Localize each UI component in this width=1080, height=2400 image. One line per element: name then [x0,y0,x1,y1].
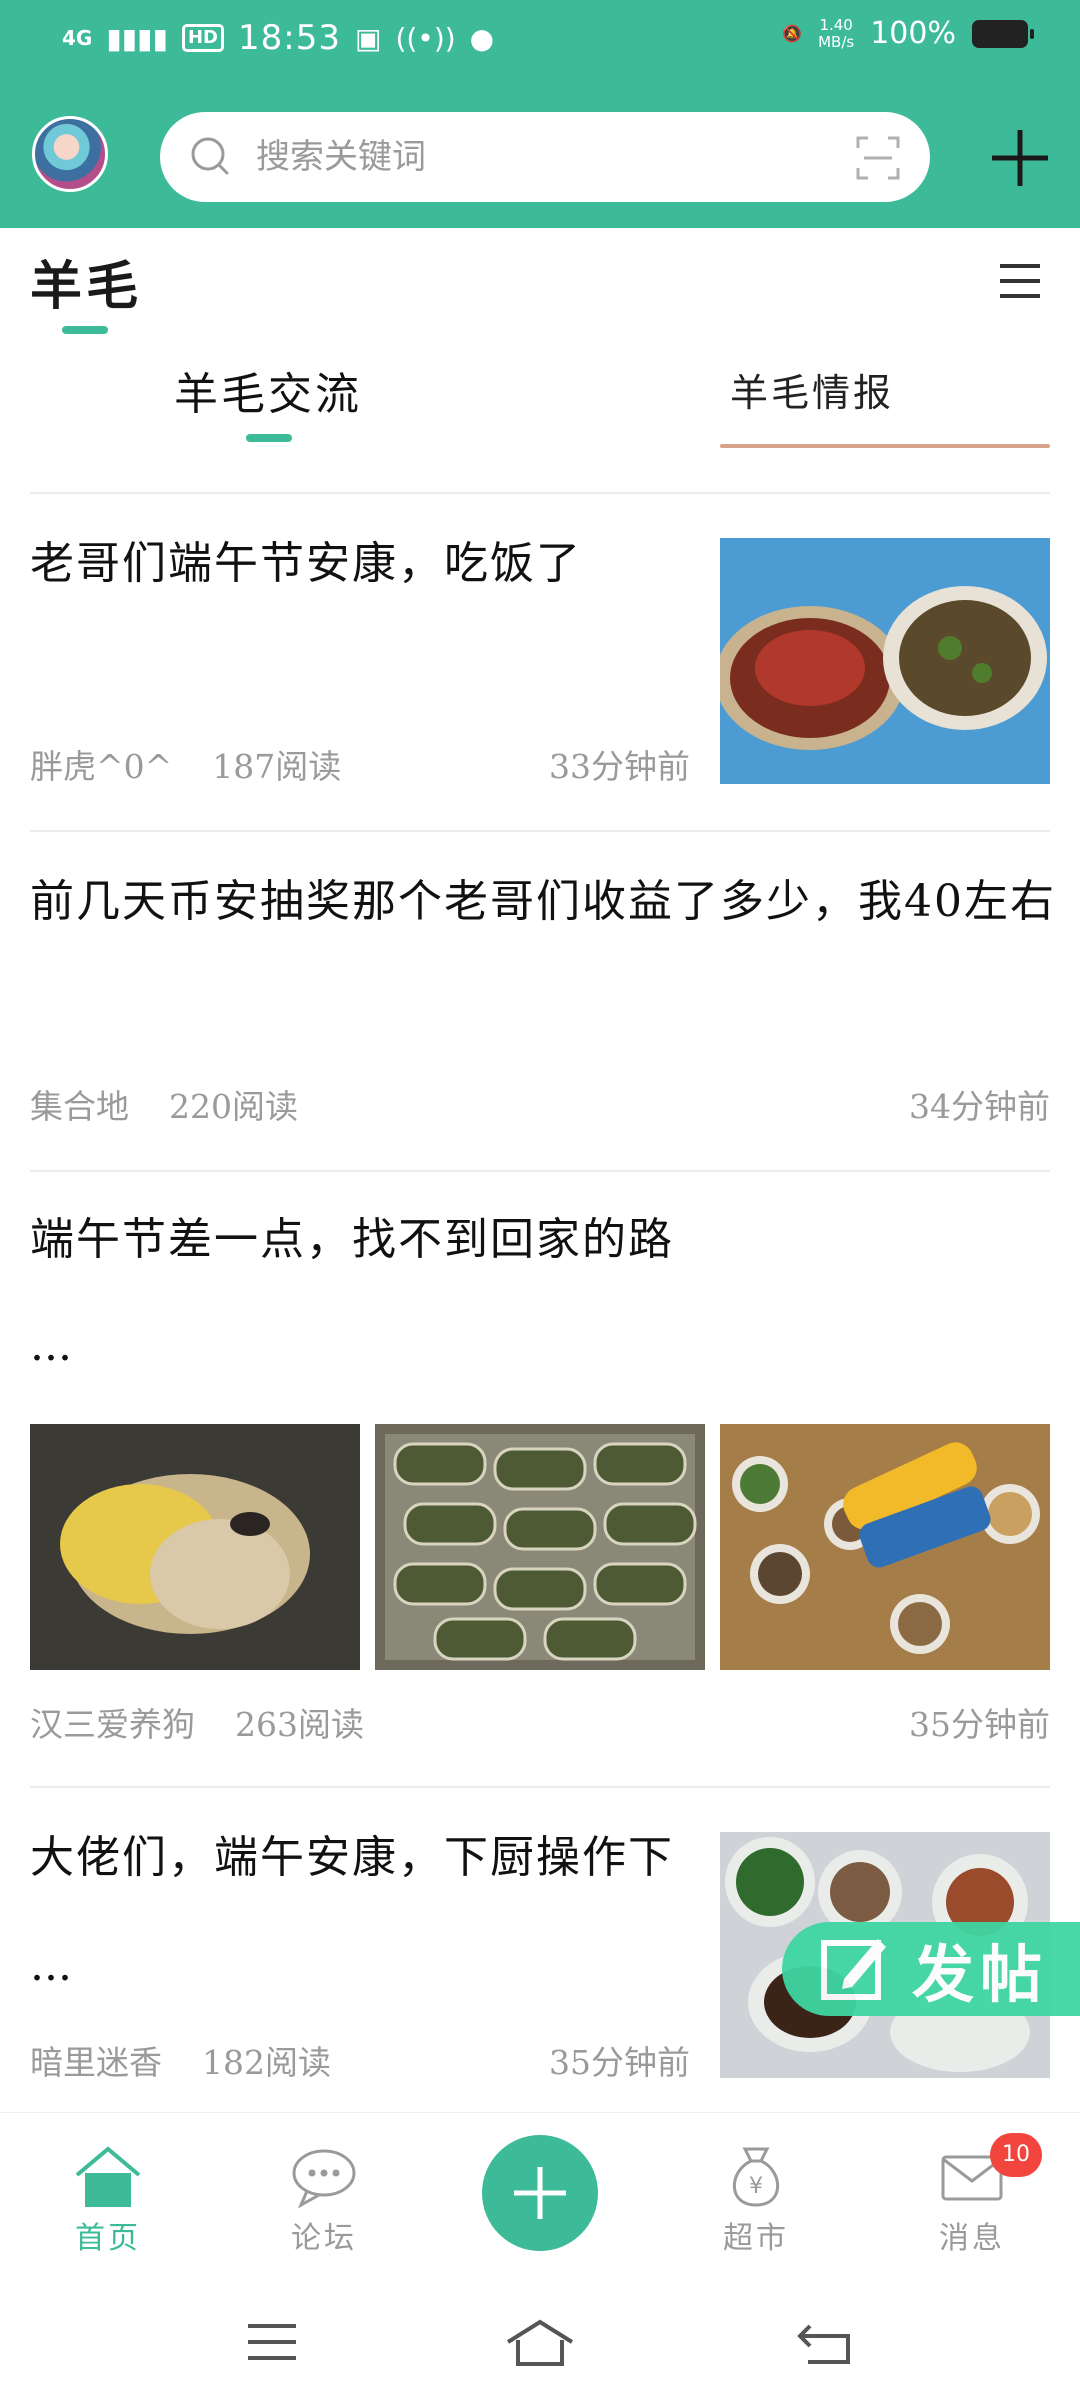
post-title[interactable]: 老哥们端午节安康，吃饭了 [30,534,690,594]
post-author[interactable]: 汉三爱养狗 [30,1698,195,1746]
status-right: 🔕 1.40 MB/s 100% [782,15,1034,51]
post-time: 33分钟前 [549,747,690,786]
post-thumbnail[interactable] [720,538,1050,784]
post-title[interactable]: 大佬们，端午安康，下厨操作下 [30,1828,690,1888]
tab-yangmao-exchange[interactable]: 羊毛交流 [174,358,362,422]
network-speed: 1.40 MB/s [818,15,855,51]
network-indicator: 4G [62,26,93,50]
menu-icon[interactable] [998,262,1042,300]
svg-text:¥: ¥ [749,2174,763,2199]
search-icon [191,137,229,175]
post-ellipsis: ... [30,1940,72,1991]
nav-label: 首页 [75,2221,141,2256]
qq-icon: ● [469,21,495,55]
divider [30,492,1050,494]
message-badge: 10 [990,2133,1042,2177]
post-time: 35分钟前 [909,1705,1050,1744]
post-time: 34分钟前 [909,1087,1050,1126]
post-reads: 263阅读 [235,1705,364,1744]
post-author[interactable]: 集合地 [30,1080,129,1128]
nav-market[interactable]: ¥ 超市 [686,2145,826,2257]
hd-badge: HD [181,24,224,52]
post-author[interactable]: 胖虎^0^ [30,740,172,788]
nav-home[interactable]: 首页 [38,2145,178,2257]
bottom-nav: 首页 论坛 ¥ 超市 10 消息 [0,2112,1080,2288]
tab-indicator [246,434,292,442]
signal-icon: ▮▮▮▮ [106,21,168,55]
nav-label: 超市 [723,2221,789,2256]
home-icon [75,2146,141,2207]
nav-label: 消息 [939,2221,1005,2256]
post-image[interactable] [375,1424,705,1670]
edit-icon [821,1939,886,2000]
post-author[interactable]: 暗里迷香 [30,2036,162,2084]
post-reads: 220阅读 [169,1087,298,1126]
new-post-button[interactable]: 发帖 [782,1922,1080,2016]
status-left: 4G ▮▮▮▮ HD 18:53 ▣ ((•)) ● [62,18,494,58]
nav-label: 论坛 [291,2221,357,2256]
post-image[interactable] [720,1424,1050,1670]
divider [30,1786,1050,1788]
nav-forum[interactable]: 论坛 [254,2145,394,2257]
section-title[interactable]: 羊毛 [30,244,142,319]
post-time: 35分钟前 [549,2043,690,2082]
nav-messages[interactable]: 10 消息 [902,2133,1042,2257]
clock: 18:53 [238,18,341,58]
search-bar[interactable] [160,112,930,202]
chat-icon [292,2149,356,2209]
clipboard-icon: ▣ [354,21,382,55]
post-reads: 187阅读 [212,747,342,786]
battery-percent: 100% [870,16,956,51]
new-post-label: 发帖 [912,1938,1049,2011]
divider [30,830,1050,832]
post-meta: 集合地 220阅读 [30,1080,298,1128]
battery-icon [972,19,1034,48]
home-button-icon[interactable] [504,2318,576,2368]
money-bag-icon: ¥ [732,2147,780,2207]
post-title[interactable]: 前几天币安抽奖那个老哥们收益了多少，我40左右 [30,872,1060,932]
avatar[interactable] [32,116,108,192]
tab-yangmao-news[interactable]: 羊毛情报 [730,362,894,417]
post-image[interactable] [30,1424,360,1670]
system-nav-bar [0,2288,1080,2400]
tab-preview-strip [720,444,1050,448]
recent-apps-icon[interactable] [244,2318,300,2368]
back-icon[interactable] [796,2318,852,2368]
post-meta: 汉三爱养狗 263阅读 [30,1698,364,1746]
hotspot-icon: ((•)) [395,21,456,55]
section-indicator [62,326,108,334]
status-bar: 4G ▮▮▮▮ HD 18:53 ▣ ((•)) ● 🔕 1.40 MB/s 10… [0,0,1080,80]
scan-icon[interactable] [856,136,900,180]
post-ellipsis: ... [30,1320,72,1371]
post-meta: 胖虎^0^ 187阅读 [30,740,341,788]
post-meta: 暗里迷香 182阅读 [30,2036,331,2084]
plus-icon [514,2167,566,2219]
post-reads: 182阅读 [202,2043,331,2082]
search-input[interactable] [256,128,816,186]
post-title[interactable]: 端午节差一点，找不到回家的路 [30,1210,1060,1270]
add-icon[interactable] [988,126,1052,190]
app-header [0,80,1080,228]
divider [30,1170,1050,1172]
nav-create-button[interactable] [482,2135,598,2251]
mute-icon: 🔕 [782,24,803,43]
